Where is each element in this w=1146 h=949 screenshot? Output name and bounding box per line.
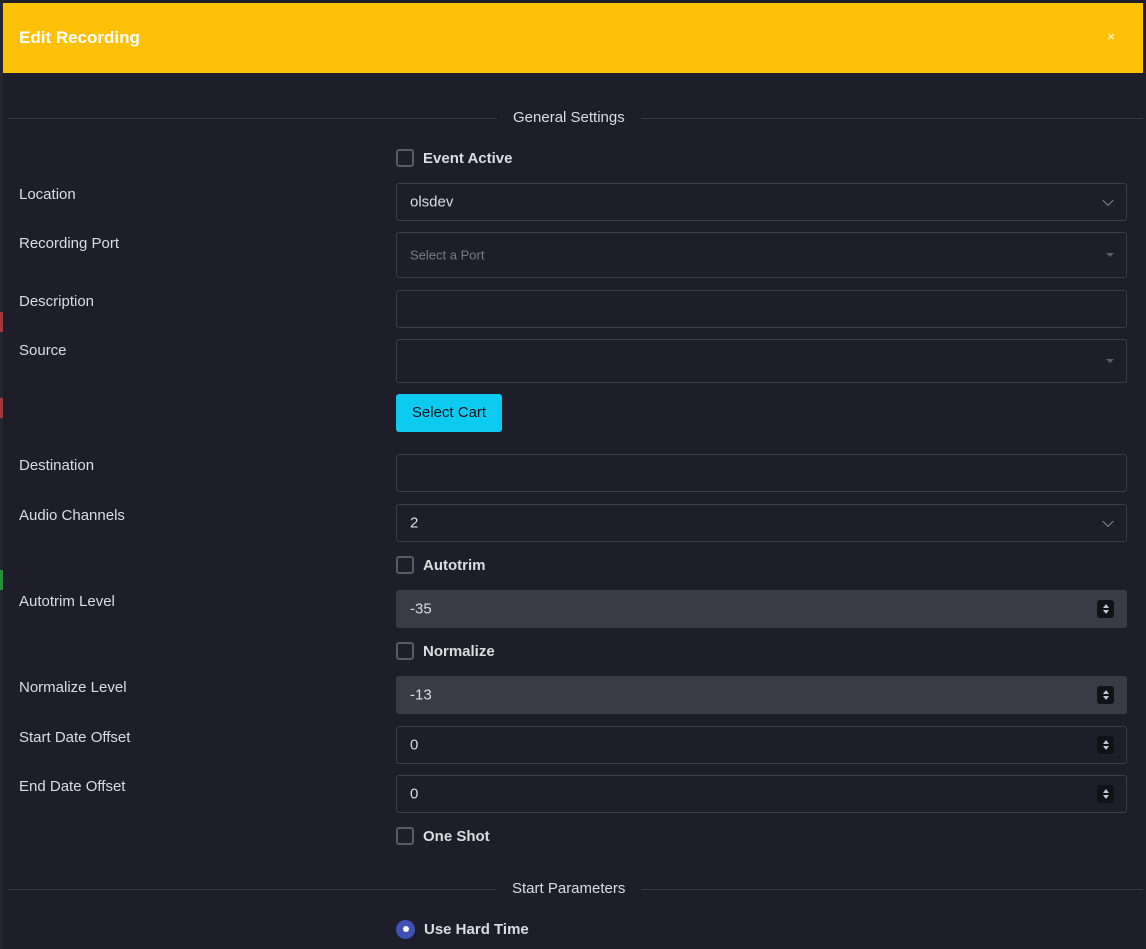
recording-port-select[interactable]: Select a Port	[396, 232, 1127, 278]
audio-channels-label: Audio Channels	[19, 507, 125, 524]
event-active-checkbox[interactable]	[396, 149, 414, 167]
audio-channels-select[interactable]: 2	[396, 504, 1127, 542]
close-button[interactable]: ×	[1103, 29, 1119, 45]
caret-down-icon	[1106, 253, 1114, 257]
end-date-offset-input[interactable]: 0	[396, 775, 1127, 813]
use-hard-time-label: Use Hard Time	[424, 920, 529, 938]
normalize-level-input[interactable]: -13	[396, 676, 1127, 714]
location-value: olsdev	[410, 193, 454, 211]
edit-recording-modal: Edit Recording × General Settings Event …	[3, 3, 1143, 949]
normalize-label: Normalize	[423, 642, 495, 660]
autotrim-checkbox[interactable]	[396, 556, 414, 574]
use-hard-time-radio-row[interactable]: Use Hard Time	[396, 919, 529, 939]
source-select[interactable]	[396, 339, 1127, 383]
normalize-level-label: Normalize Level	[19, 679, 127, 696]
section-legend-general: General Settings	[497, 106, 641, 130]
description-input[interactable]	[396, 290, 1127, 328]
spinner-icon[interactable]	[1097, 686, 1114, 704]
section-legend-start: Start Parameters	[496, 877, 642, 901]
event-active-label: Event Active	[423, 149, 513, 167]
autotrim-level-label: Autotrim Level	[19, 593, 115, 610]
audio-channels-value: 2	[410, 514, 419, 532]
use-hard-time-radio[interactable]	[396, 919, 415, 939]
autotrim-level-value: -35	[410, 600, 432, 618]
modal-header: Edit Recording ×	[3, 3, 1143, 73]
recording-port-label: Recording Port	[19, 235, 120, 252]
destination-input[interactable]	[396, 454, 1127, 492]
normalize-checkbox[interactable]	[396, 642, 414, 660]
spinner-icon[interactable]	[1097, 785, 1114, 803]
caret-down-icon	[1106, 359, 1114, 363]
close-icon: ×	[1107, 29, 1115, 44]
autotrim-checkbox-row[interactable]: Autotrim	[396, 555, 486, 575]
autotrim-level-input[interactable]: -35	[396, 590, 1127, 628]
one-shot-checkbox[interactable]	[396, 827, 414, 845]
source-label: Source	[19, 342, 67, 359]
description-label: Description	[19, 293, 95, 310]
end-date-offset-label: End Date Offset	[19, 778, 126, 795]
normalize-level-value: -13	[410, 686, 432, 704]
modal-title: Edit Recording	[19, 28, 140, 47]
start-date-offset-input[interactable]: 0	[396, 726, 1127, 764]
end-date-offset-value: 0	[410, 785, 419, 803]
spinner-icon[interactable]	[1097, 600, 1114, 618]
start-date-offset-label: Start Date Offset	[19, 729, 131, 746]
chevron-down-icon	[1102, 515, 1114, 528]
event-active-checkbox-row[interactable]: Event Active	[396, 148, 512, 168]
recording-port-placeholder: Select a Port	[410, 247, 485, 263]
location-label: Location	[19, 186, 76, 203]
radio-selected-dot	[402, 926, 409, 932]
location-select[interactable]: olsdev	[396, 183, 1127, 221]
one-shot-checkbox-row[interactable]: One Shot	[396, 826, 490, 846]
start-date-offset-value: 0	[410, 736, 419, 754]
one-shot-label: One Shot	[423, 827, 490, 845]
spinner-icon[interactable]	[1097, 736, 1114, 754]
autotrim-label: Autotrim	[423, 556, 486, 574]
chevron-down-icon	[1102, 194, 1114, 207]
destination-label: Destination	[19, 457, 95, 474]
select-cart-button[interactable]: Select Cart	[396, 394, 502, 432]
normalize-checkbox-row[interactable]: Normalize	[396, 641, 495, 661]
